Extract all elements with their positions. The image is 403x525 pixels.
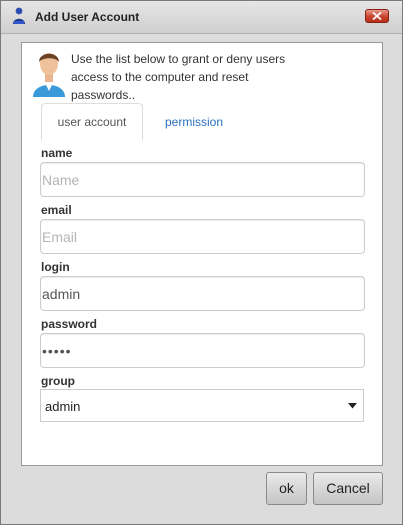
cancel-button[interactable]: Cancel bbox=[313, 472, 383, 505]
title-bar[interactable]: Add User Account bbox=[1, 1, 402, 34]
password-field[interactable] bbox=[40, 333, 365, 368]
chevron-down-icon bbox=[348, 403, 357, 409]
close-icon bbox=[372, 12, 382, 20]
ok-button[interactable]: ok bbox=[266, 472, 307, 505]
user-icon bbox=[13, 7, 25, 24]
group-selected-value: admin bbox=[45, 399, 81, 414]
name-field[interactable] bbox=[40, 162, 365, 197]
group-label: group bbox=[41, 374, 75, 388]
user-avatar-icon bbox=[33, 53, 65, 97]
email-label: email bbox=[41, 203, 72, 217]
name-label: name bbox=[41, 146, 73, 160]
add-user-dialog: Add User Account Use the list below to g… bbox=[0, 0, 403, 525]
intro-text: Use the list below to grant or deny user… bbox=[71, 52, 286, 102]
tab-user-account[interactable]: user account bbox=[41, 103, 143, 141]
email-field[interactable] bbox=[40, 219, 365, 254]
form-panel: Use the list below to grant or deny user… bbox=[21, 42, 383, 466]
tab-permission[interactable]: permission bbox=[151, 103, 237, 141]
tab-bar: user account permission bbox=[22, 103, 382, 141]
group-select[interactable]: admin bbox=[40, 389, 364, 422]
login-field[interactable] bbox=[40, 276, 365, 311]
login-label: login bbox=[41, 260, 70, 274]
close-button[interactable] bbox=[365, 9, 389, 23]
password-label: password bbox=[41, 317, 98, 331]
window-title: Add User Account bbox=[35, 10, 140, 24]
